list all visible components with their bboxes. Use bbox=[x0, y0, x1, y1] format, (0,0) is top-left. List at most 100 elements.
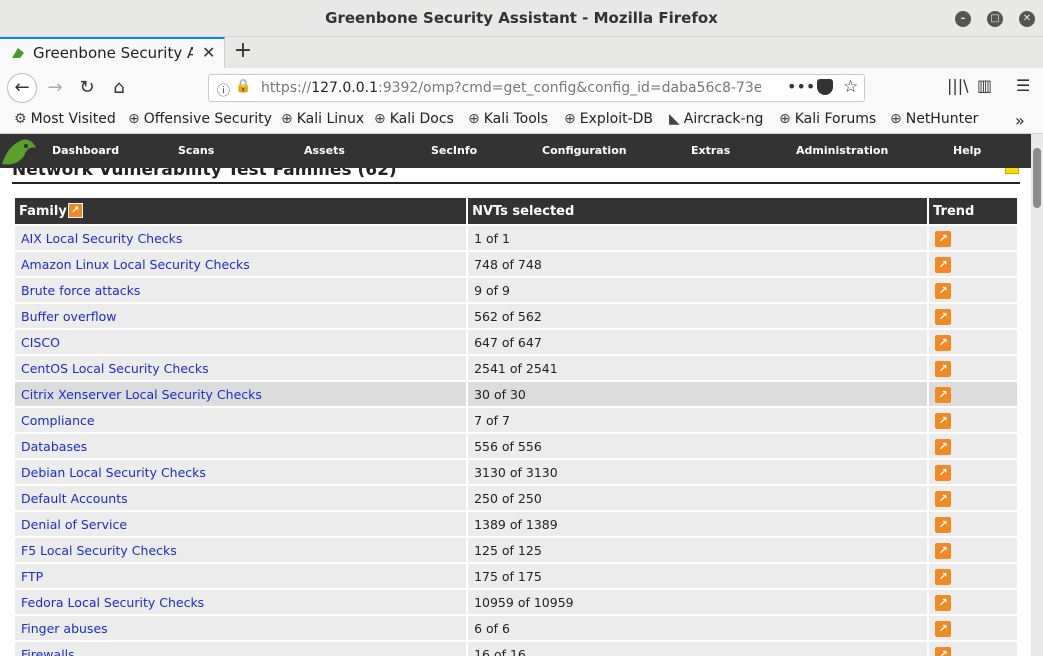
globe-icon: ⊕ bbox=[128, 111, 140, 127]
close-tab-icon[interactable]: ✕ bbox=[202, 43, 215, 62]
browser-tab[interactable]: Greenbone Security Assistant ✕ bbox=[0, 37, 225, 68]
trend-arrow-icon[interactable]: ↗ bbox=[935, 438, 952, 455]
bookmark-exploit-db[interactable]: ⊕ Exploit-DB bbox=[564, 111, 653, 127]
library-icon[interactable]: |||\ bbox=[947, 76, 969, 95]
nav-assets[interactable]: Assets bbox=[304, 144, 345, 157]
trend-arrow-icon[interactable]: ↗ bbox=[935, 386, 952, 403]
family-cell: AIX Local Security Checks bbox=[15, 226, 467, 250]
nav-secinfo[interactable]: SecInfo bbox=[431, 144, 477, 157]
family-cell: Databases bbox=[15, 434, 467, 458]
trend-cell: ↗ bbox=[929, 564, 1017, 588]
bookmark-nethunter[interactable]: ⊕ NetHunter bbox=[890, 111, 978, 127]
family-link[interactable]: F5 Local Security Checks bbox=[21, 543, 177, 558]
nav-administration[interactable]: Administration bbox=[796, 144, 888, 157]
page-scrollbar[interactable] bbox=[1031, 134, 1043, 656]
family-link[interactable]: Amazon Linux Local Security Checks bbox=[21, 257, 250, 272]
globe-icon: ⊕ bbox=[281, 111, 293, 127]
trend-arrow-icon[interactable]: ↗ bbox=[935, 282, 952, 299]
bookmark-kali-linux[interactable]: ⊕ Kali Linux bbox=[281, 111, 364, 127]
greenbone-logo-icon[interactable] bbox=[0, 134, 38, 168]
pocket-icon[interactable] bbox=[817, 79, 833, 95]
column-header-trend: Trend bbox=[929, 198, 1017, 224]
trend-cell: ↗ bbox=[929, 408, 1017, 432]
family-link[interactable]: Default Accounts bbox=[21, 491, 128, 506]
nvts-selected-cell: 10959 of 10959 bbox=[468, 590, 928, 614]
table-row: FTP 175 of 175 ↗ bbox=[15, 564, 1017, 588]
back-button[interactable]: ← bbox=[7, 73, 37, 103]
nav-configuration[interactable]: Configuration bbox=[542, 144, 627, 157]
new-tab-button[interactable]: + bbox=[232, 37, 254, 65]
trend-arrow-icon[interactable]: ↗ bbox=[935, 490, 952, 507]
minimize-button[interactable]: – bbox=[955, 11, 971, 27]
family-link[interactable]: Debian Local Security Checks bbox=[21, 465, 206, 480]
reload-button[interactable]: ↻ bbox=[73, 74, 101, 102]
column-header-family[interactable]: Family ↗ bbox=[15, 198, 467, 224]
family-link[interactable]: FTP bbox=[21, 569, 43, 584]
family-link[interactable]: CentOS Local Security Checks bbox=[21, 361, 209, 376]
bookmark-aircrack-ng[interactable]: ◣ Aircrack-ng bbox=[669, 111, 763, 127]
bookmark-offensive-security[interactable]: ⊕ Offensive Security bbox=[128, 111, 272, 127]
sidebar-icon[interactable]: ▥ bbox=[977, 76, 992, 95]
maximize-button[interactable]: □ bbox=[987, 11, 1003, 27]
family-link[interactable]: Buffer overflow bbox=[21, 309, 117, 324]
trend-arrow-icon[interactable]: ↗ bbox=[935, 646, 952, 656]
info-icon[interactable]: ⓘ bbox=[217, 80, 230, 99]
bookmark-kali-forums[interactable]: ⊕ Kali Forums bbox=[779, 111, 876, 127]
trend-arrow-icon[interactable]: ↗ bbox=[935, 334, 952, 351]
menu-icon[interactable]: ☰ bbox=[1016, 76, 1030, 95]
family-link[interactable]: Fedora Local Security Checks bbox=[21, 595, 204, 610]
trend-arrow-icon[interactable]: ↗ bbox=[935, 542, 952, 559]
family-cell: CISCO bbox=[15, 330, 467, 354]
url-bar[interactable]: ⓘ 🔒 https://127.0.0.1:9392/omp?cmd=get_c… bbox=[208, 74, 865, 102]
trend-arrow-icon[interactable]: ↗ bbox=[935, 516, 952, 533]
family-cell: Firewalls bbox=[15, 642, 467, 656]
more-bookmarks-icon[interactable]: » bbox=[1015, 111, 1025, 130]
nvts-selected-cell: 2541 of 2541 bbox=[468, 356, 928, 380]
trend-arrow-icon[interactable]: ↗ bbox=[935, 464, 952, 481]
table-row: Databases 556 of 556 ↗ bbox=[15, 434, 1017, 458]
tab-label: Greenbone Security Assistant bbox=[33, 44, 193, 62]
bookmark-star-icon[interactable]: ☆ bbox=[843, 77, 858, 97]
trend-arrow-icon[interactable]: ↗ bbox=[67, 203, 83, 218]
globe-icon: ⊕ bbox=[890, 111, 902, 127]
trend-arrow-icon[interactable]: ↗ bbox=[935, 594, 952, 611]
family-link[interactable]: AIX Local Security Checks bbox=[21, 231, 182, 246]
page-actions-icon[interactable]: ••• bbox=[787, 77, 815, 96]
nvts-selected-cell: 9 of 9 bbox=[468, 278, 928, 302]
nav-scans[interactable]: Scans bbox=[178, 144, 214, 157]
family-link[interactable]: Denial of Service bbox=[21, 517, 127, 532]
family-link[interactable]: Brute force attacks bbox=[21, 283, 140, 298]
family-link[interactable]: Compliance bbox=[21, 413, 95, 428]
lock-warning-icon[interactable]: 🔒 bbox=[235, 79, 251, 94]
url-text[interactable]: https://127.0.0.1:9392/omp?cmd=get_confi… bbox=[261, 80, 761, 96]
trend-arrow-icon[interactable]: ↗ bbox=[935, 568, 952, 585]
trend-cell: ↗ bbox=[929, 278, 1017, 302]
nvts-selected-cell: 647 of 647 bbox=[468, 330, 928, 354]
trend-arrow-icon[interactable]: ↗ bbox=[935, 360, 952, 377]
forward-button[interactable]: → bbox=[41, 74, 69, 102]
family-link[interactable]: Citrix Xenserver Local Security Checks bbox=[21, 387, 262, 402]
bookmark-kali-docs[interactable]: ⊕ Kali Docs bbox=[374, 111, 454, 127]
bookmark-kali-tools[interactable]: ⊕ Kali Tools bbox=[468, 111, 548, 127]
nvts-selected-cell: 6 of 6 bbox=[468, 616, 928, 640]
home-button[interactable]: ⌂ bbox=[105, 74, 133, 102]
bookmark-most-visited[interactable]: ⚙ Most Visited bbox=[14, 111, 116, 127]
trend-arrow-icon[interactable]: ↗ bbox=[935, 412, 952, 429]
nvts-selected-cell: 1389 of 1389 bbox=[468, 512, 928, 536]
family-link[interactable]: Finger abuses bbox=[21, 621, 108, 636]
family-link[interactable]: CISCO bbox=[21, 335, 60, 350]
nav-help[interactable]: Help bbox=[953, 144, 981, 157]
trend-arrow-icon[interactable]: ↗ bbox=[935, 620, 952, 637]
family-link[interactable]: Databases bbox=[21, 439, 87, 454]
scrollbar-thumb[interactable] bbox=[1033, 148, 1041, 208]
trend-arrow-icon[interactable]: ↗ bbox=[935, 256, 952, 273]
trend-arrow-icon[interactable]: ↗ bbox=[935, 230, 952, 247]
nav-extras[interactable]: Extras bbox=[691, 144, 730, 157]
family-link[interactable]: Firewalls bbox=[21, 647, 75, 656]
nav-dashboard[interactable]: Dashboard bbox=[52, 144, 119, 157]
trend-cell: ↗ bbox=[929, 538, 1017, 562]
trend-arrow-icon[interactable]: ↗ bbox=[935, 308, 952, 325]
close-window-button[interactable]: ✕ bbox=[1019, 11, 1035, 27]
help-icon[interactable] bbox=[1005, 168, 1019, 174]
table-row: Default Accounts 250 of 250 ↗ bbox=[15, 486, 1017, 510]
